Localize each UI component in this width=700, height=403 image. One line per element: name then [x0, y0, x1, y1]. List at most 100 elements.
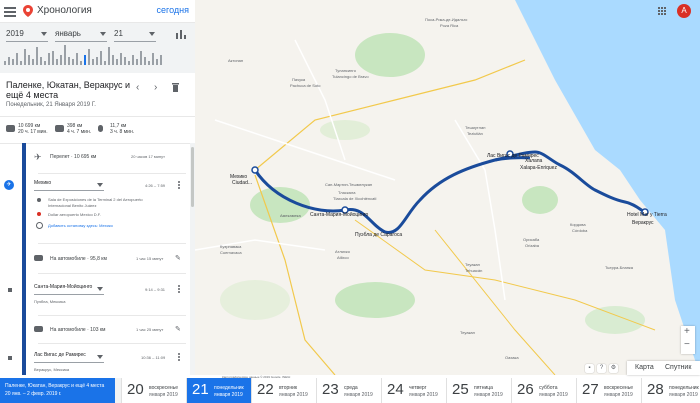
- zoom-out-button[interactable]: −: [684, 339, 690, 350]
- day-card[interactable]: 26 суббота января 2019: [511, 378, 576, 403]
- apps-grid-icon[interactable]: [658, 7, 667, 16]
- timeline-place-las-vigas[interactable]: Лас Вигас де Рамирес 10:36 – 11:09 Верак…: [0, 349, 190, 375]
- place-select[interactable]: Санта-Мария-Мойоцинго: [34, 284, 104, 295]
- road: [195, 239, 326, 251]
- day-weekday: воскресенье: [149, 385, 179, 391]
- segment-duration: 1 час 25 минут: [136, 327, 164, 332]
- map-type-map[interactable]: Карта: [635, 364, 654, 371]
- trip-summary-card[interactable]: Паленке, Юкатан, Веракрус и ещё 4 места …: [0, 378, 115, 403]
- histogram-bar: [4, 61, 6, 65]
- map-view[interactable]: Мехико Ciudad... Санта-Мария-Мойоцинго Л…: [195, 0, 700, 375]
- month-select[interactable]: январь: [55, 29, 107, 42]
- map-label: Веракрус: [632, 220, 654, 226]
- place-region: Веракрус, Мексика: [34, 367, 70, 372]
- more-icon[interactable]: [178, 285, 180, 293]
- day-weekday: пятница: [474, 385, 493, 391]
- day-number: 28: [647, 381, 664, 398]
- prev-day-icon[interactable]: ‹: [136, 82, 139, 93]
- map-label: Орисаба: [523, 237, 540, 242]
- histogram-bar: [160, 55, 162, 65]
- histogram-bar: [120, 53, 122, 65]
- map-label: Pachuca de Soto: [290, 83, 321, 88]
- next-day-icon[interactable]: ›: [154, 82, 157, 93]
- add-stop-icon[interactable]: [36, 222, 43, 229]
- segment-label: На автомобиле · 103 км: [50, 327, 106, 333]
- year-select[interactable]: 2019: [6, 29, 48, 42]
- bar-chart-icon[interactable]: [176, 29, 186, 39]
- edit-icon[interactable]: ✎: [175, 254, 181, 262]
- day-card[interactable]: 23 среда января 2019: [316, 378, 381, 403]
- day-card[interactable]: 28 понедельник января 2019: [641, 378, 700, 403]
- day-weekday: суббота: [539, 385, 558, 391]
- day-number: 27: [582, 381, 599, 398]
- timeline-segment-drive-1[interactable]: На автомобиле · 95,8 км 1 час 15 минут ✎: [0, 247, 190, 271]
- histogram-bar: [52, 51, 54, 65]
- histogram-bar: [104, 61, 106, 65]
- histogram-bar: [80, 61, 82, 65]
- add-stop-link[interactable]: Добавить остановку здесь: Мехико: [48, 223, 113, 228]
- divider: [38, 343, 186, 344]
- histogram-bar: [132, 55, 134, 65]
- day-card[interactable]: 20 воскресенье января 2019: [121, 378, 186, 403]
- histogram-bar: [20, 61, 22, 65]
- histogram-bar: [148, 61, 150, 65]
- map-label: Tulancingo de Bravo: [332, 74, 369, 79]
- day-month: января 2019: [149, 392, 178, 398]
- activity-histogram[interactable]: [4, 45, 164, 65]
- scrollbar-thumb[interactable]: [191, 147, 194, 207]
- timeline-segment-drive-2[interactable]: На автомобиле · 103 км 1 час 25 минут ✎: [0, 319, 190, 341]
- menu-icon[interactable]: [4, 5, 16, 17]
- place-name: Мехико: [34, 180, 52, 186]
- map-label: Xalapa-Enriquez: [520, 165, 557, 171]
- map-label: Халапа: [525, 158, 543, 164]
- day-card[interactable]: 24 четверг января 2019: [381, 378, 446, 403]
- place-detail-line1: Sala de Exposiciones de la Terminal 2 de…: [48, 197, 143, 202]
- timeline-place-mexico[interactable]: ✈ Мехико 4:26 – 7:59 Sala de Exposicione…: [0, 177, 190, 241]
- stop-marker-icon: [8, 356, 12, 360]
- histogram-bar: [76, 53, 78, 65]
- segment-label: На автомобиле · 95,8 км: [50, 256, 107, 262]
- day-number: 23: [322, 381, 339, 398]
- help-icon[interactable]: ?: [597, 364, 606, 373]
- more-icon[interactable]: [178, 353, 180, 361]
- maps-pin-icon: [23, 5, 33, 17]
- day-card[interactable]: 27 воскресенье января 2019: [576, 378, 641, 403]
- histogram-bar: [140, 51, 142, 65]
- trash-icon[interactable]: ▪: [585, 364, 594, 373]
- trash-icon[interactable]: [172, 83, 179, 92]
- map-label: Cuernavaca: [220, 250, 242, 255]
- today-button[interactable]: сегодня: [157, 5, 190, 15]
- gear-icon[interactable]: ⚙: [609, 364, 618, 373]
- map-label: Актопан: [228, 58, 244, 63]
- map-label: Ciudad...: [232, 180, 253, 186]
- day-number: 22: [257, 381, 274, 398]
- map-label: Пуэбла де Сарагоса: [355, 232, 403, 238]
- map-type-satellite[interactable]: Спутник: [665, 364, 691, 371]
- trip-title: Паленке, Юкатан, Веракрус и ещё 4 места: [5, 383, 105, 389]
- chevron-down-icon: [97, 287, 103, 291]
- histogram-bar: [32, 59, 34, 65]
- more-icon[interactable]: [178, 181, 180, 189]
- histogram-bar: [48, 53, 50, 65]
- place-select[interactable]: Лас Вигас де Рамирес: [34, 352, 104, 363]
- map-label: Амекамека: [280, 213, 301, 218]
- timeline-segment-flight[interactable]: ✈ Перелет · 10 695 км 20 часов 17 минут: [0, 143, 190, 171]
- place-region: Пуэбла, Мексика: [34, 299, 66, 304]
- edit-icon[interactable]: ✎: [175, 325, 181, 333]
- avatar[interactable]: A: [677, 4, 691, 18]
- day-card-selected[interactable]: 21 понедельник января 2019: [186, 378, 251, 403]
- park-area: [320, 120, 370, 140]
- day-card[interactable]: 25 пятница января 2019: [446, 378, 511, 403]
- histogram-bar: [44, 61, 46, 65]
- day-card[interactable]: 22 вторник января 2019: [251, 378, 316, 403]
- map-label: Тьерра-Бланка: [605, 265, 633, 270]
- day-select[interactable]: 21: [114, 29, 156, 42]
- map-label: Атлихко: [335, 249, 350, 254]
- day-month: января 2019: [669, 392, 698, 398]
- route-stop-marker[interactable]: [251, 166, 259, 174]
- walking-icon: [98, 125, 103, 132]
- zoom-in-button[interactable]: +: [684, 326, 690, 337]
- timeline-place-santa-maria[interactable]: Санта-Мария-Мойоцинго 9:14 – 9:31 Пуэбла…: [0, 281, 190, 311]
- place-select[interactable]: Мехико: [34, 180, 104, 191]
- route-path[interactable]: [253, 150, 647, 234]
